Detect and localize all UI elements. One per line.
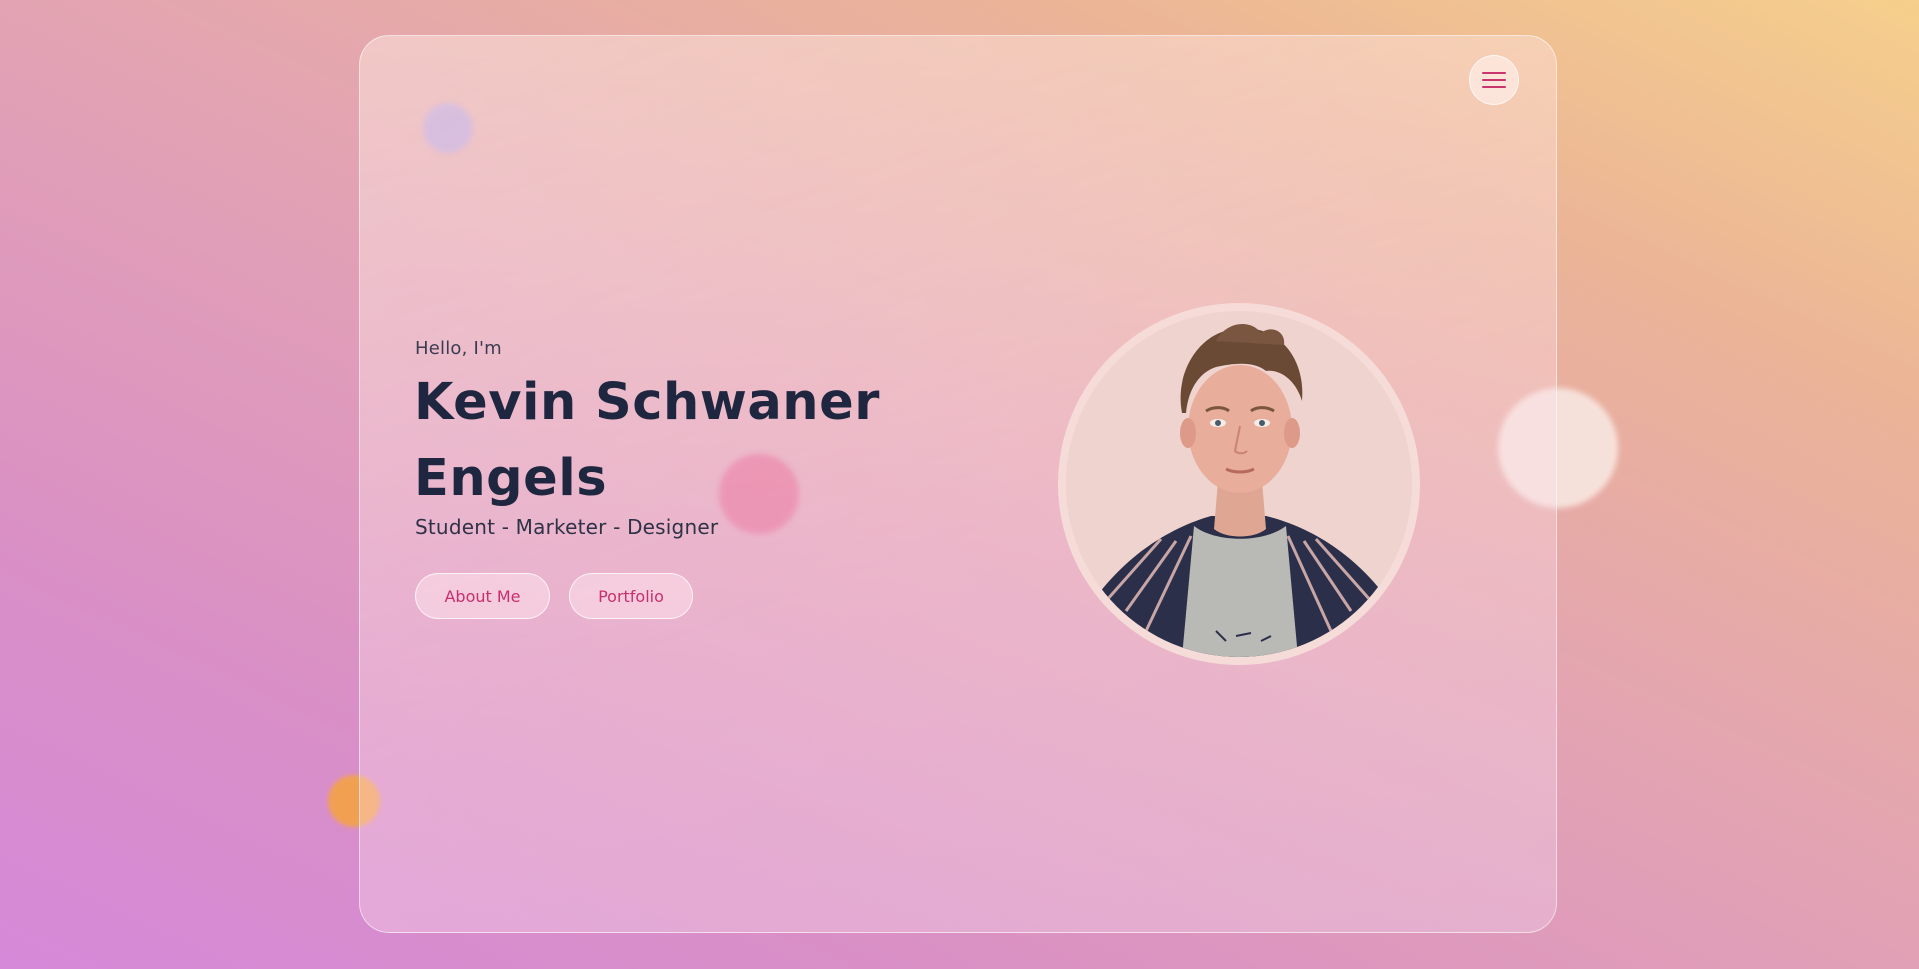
- hamburger-menu-icon: [1482, 72, 1506, 74]
- hamburger-menu-icon-bar: [1482, 79, 1506, 81]
- hero-greeting: Hello, I'm: [415, 338, 502, 359]
- hero-subtitle: Student - Marketer - Designer: [415, 515, 719, 539]
- about-me-button[interactable]: About Me: [415, 573, 550, 619]
- portfolio-button[interactable]: Portfolio: [569, 573, 693, 619]
- profile-photo-frame: [1058, 303, 1420, 665]
- hamburger-menu-icon-bar: [1482, 86, 1506, 88]
- menu-button[interactable]: [1469, 55, 1519, 105]
- hero-name: Kevin Schwaner Engels: [414, 373, 880, 508]
- profile-photo: [1066, 311, 1412, 657]
